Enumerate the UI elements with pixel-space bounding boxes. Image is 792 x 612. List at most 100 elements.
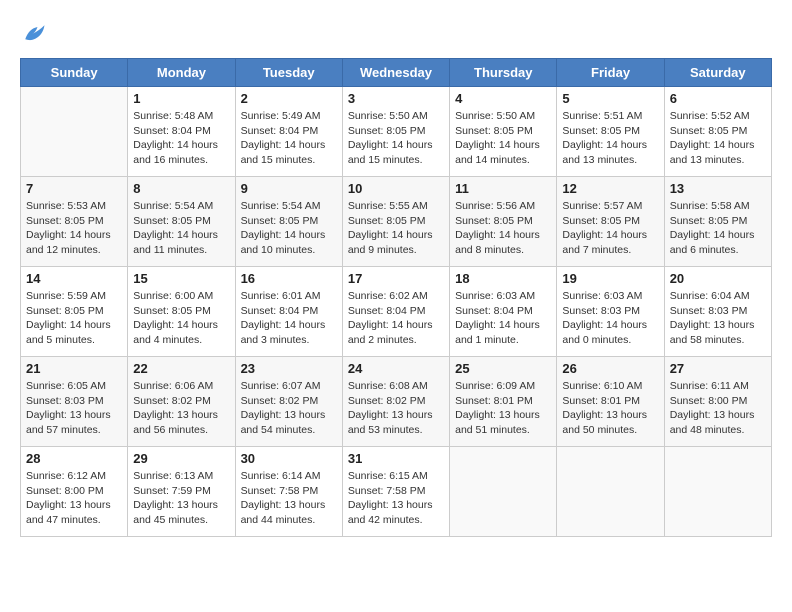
day-number: 21: [26, 361, 122, 376]
calendar-cell: 23 Sunrise: 6:07 AM Sunset: 8:02 PM Dayli…: [235, 357, 342, 447]
weekday-header-thursday: Thursday: [450, 59, 557, 87]
day-number: 24: [348, 361, 444, 376]
day-info: Sunrise: 6:13 AM Sunset: 7:59 PM Dayligh…: [133, 469, 229, 528]
day-info: Sunrise: 6:05 AM Sunset: 8:03 PM Dayligh…: [26, 379, 122, 438]
logo-bird-icon: [20, 20, 48, 48]
calendar-cell: 12 Sunrise: 5:57 AM Sunset: 8:05 PM Dayli…: [557, 177, 664, 267]
day-number: 6: [670, 91, 766, 106]
day-number: 23: [241, 361, 337, 376]
day-info: Sunrise: 6:00 AM Sunset: 8:05 PM Dayligh…: [133, 289, 229, 348]
calendar-cell: 7Sunrise: 5:53 AM Sunset: 8:05 PM Daylig…: [21, 177, 128, 267]
day-info: Sunrise: 5:53 AM Sunset: 8:05 PM Dayligh…: [26, 199, 122, 258]
calendar-cell: 3 Sunrise: 5:50 AM Sunset: 8:05 PM Daylig…: [342, 87, 449, 177]
day-info: Sunrise: 6:07 AM Sunset: 8:02 PM Dayligh…: [241, 379, 337, 438]
day-number: 22: [133, 361, 229, 376]
day-number: 28: [26, 451, 122, 466]
calendar-cell: 28Sunrise: 6:12 AM Sunset: 8:00 PM Dayli…: [21, 447, 128, 537]
weekday-header-friday: Friday: [557, 59, 664, 87]
day-info: Sunrise: 5:57 AM Sunset: 8:05 PM Dayligh…: [562, 199, 658, 258]
day-info: Sunrise: 5:49 AM Sunset: 8:04 PM Dayligh…: [241, 109, 337, 168]
weekday-header-saturday: Saturday: [664, 59, 771, 87]
logo: [20, 20, 52, 48]
day-info: Sunrise: 6:11 AM Sunset: 8:00 PM Dayligh…: [670, 379, 766, 438]
day-number: 9: [241, 181, 337, 196]
day-number: 8: [133, 181, 229, 196]
calendar-cell: 16 Sunrise: 6:01 AM Sunset: 8:04 PM Dayli…: [235, 267, 342, 357]
weekday-header-tuesday: Tuesday: [235, 59, 342, 87]
day-number: 1: [133, 91, 229, 106]
weekday-header-wednesday: Wednesday: [342, 59, 449, 87]
day-info: Sunrise: 5:50 AM Sunset: 8:05 PM Dayligh…: [348, 109, 444, 168]
calendar-cell: 15Sunrise: 6:00 AM Sunset: 8:05 PM Dayli…: [128, 267, 235, 357]
day-number: 13: [670, 181, 766, 196]
calendar-cell: 2Sunrise: 5:49 AM Sunset: 8:04 PM Daylig…: [235, 87, 342, 177]
day-info: Sunrise: 6:03 AM Sunset: 8:03 PM Dayligh…: [562, 289, 658, 348]
day-info: Sunrise: 6:10 AM Sunset: 8:01 PM Dayligh…: [562, 379, 658, 438]
calendar-cell: 4 Sunrise: 5:50 AM Sunset: 8:05 PM Daylig…: [450, 87, 557, 177]
calendar-week-5: 28Sunrise: 6:12 AM Sunset: 8:00 PM Dayli…: [21, 447, 772, 537]
calendar-cell: 9 Sunrise: 5:54 AM Sunset: 8:05 PM Daylig…: [235, 177, 342, 267]
day-number: 25: [455, 361, 551, 376]
calendar-cell: 17 Sunrise: 6:02 AM Sunset: 8:04 PM Dayli…: [342, 267, 449, 357]
calendar-table: SundayMondayTuesdayWednesdayThursdayFrid…: [20, 58, 772, 537]
calendar-cell: 30 Sunrise: 6:14 AM Sunset: 7:58 PM Dayli…: [235, 447, 342, 537]
day-number: 17: [348, 271, 444, 286]
day-info: Sunrise: 5:55 AM Sunset: 8:05 PM Dayligh…: [348, 199, 444, 258]
calendar-cell: 1 Sunrise: 5:48 AM Sunset: 8:04 PM Daylig…: [128, 87, 235, 177]
calendar-cell: 5 Sunrise: 5:51 AM Sunset: 8:05 PM Daylig…: [557, 87, 664, 177]
day-number: 5: [562, 91, 658, 106]
day-info: Sunrise: 5:58 AM Sunset: 8:05 PM Dayligh…: [670, 199, 766, 258]
calendar-cell: 29Sunrise: 6:13 AM Sunset: 7:59 PM Dayli…: [128, 447, 235, 537]
calendar-cell: 8 Sunrise: 5:54 AM Sunset: 8:05 PM Daylig…: [128, 177, 235, 267]
day-info: Sunrise: 6:02 AM Sunset: 8:04 PM Dayligh…: [348, 289, 444, 348]
calendar-cell: 11Sunrise: 5:56 AM Sunset: 8:05 PM Dayli…: [450, 177, 557, 267]
day-info: Sunrise: 5:52 AM Sunset: 8:05 PM Dayligh…: [670, 109, 766, 168]
day-number: 27: [670, 361, 766, 376]
calendar-week-4: 21 Sunrise: 6:05 AM Sunset: 8:03 PM Dayli…: [21, 357, 772, 447]
day-number: 16: [241, 271, 337, 286]
calendar-cell: 18 Sunrise: 6:03 AM Sunset: 8:04 PM Dayli…: [450, 267, 557, 357]
calendar-cell: 26 Sunrise: 6:10 AM Sunset: 8:01 PM Dayli…: [557, 357, 664, 447]
day-info: Sunrise: 5:59 AM Sunset: 8:05 PM Dayligh…: [26, 289, 122, 348]
day-number: 11: [455, 181, 551, 196]
day-info: Sunrise: 6:03 AM Sunset: 8:04 PM Dayligh…: [455, 289, 551, 348]
day-number: 30: [241, 451, 337, 466]
calendar-cell: 13 Sunrise: 5:58 AM Sunset: 8:05 PM Dayli…: [664, 177, 771, 267]
day-info: Sunrise: 6:06 AM Sunset: 8:02 PM Dayligh…: [133, 379, 229, 438]
day-info: Sunrise: 6:09 AM Sunset: 8:01 PM Dayligh…: [455, 379, 551, 438]
day-info: Sunrise: 6:08 AM Sunset: 8:02 PM Dayligh…: [348, 379, 444, 438]
day-number: 18: [455, 271, 551, 286]
day-number: 12: [562, 181, 658, 196]
day-info: Sunrise: 5:54 AM Sunset: 8:05 PM Dayligh…: [241, 199, 337, 258]
calendar-week-1: 1 Sunrise: 5:48 AM Sunset: 8:04 PM Daylig…: [21, 87, 772, 177]
day-info: Sunrise: 5:51 AM Sunset: 8:05 PM Dayligh…: [562, 109, 658, 168]
day-info: Sunrise: 6:04 AM Sunset: 8:03 PM Dayligh…: [670, 289, 766, 348]
calendar-cell: [450, 447, 557, 537]
day-info: Sunrise: 5:50 AM Sunset: 8:05 PM Dayligh…: [455, 109, 551, 168]
calendar-cell: 19 Sunrise: 6:03 AM Sunset: 8:03 PM Dayli…: [557, 267, 664, 357]
calendar-cell: 25 Sunrise: 6:09 AM Sunset: 8:01 PM Dayli…: [450, 357, 557, 447]
calendar-cell: 21 Sunrise: 6:05 AM Sunset: 8:03 PM Dayli…: [21, 357, 128, 447]
weekday-header-sunday: Sunday: [21, 59, 128, 87]
day-number: 4: [455, 91, 551, 106]
calendar-cell: 22 Sunrise: 6:06 AM Sunset: 8:02 PM Dayli…: [128, 357, 235, 447]
day-number: 14: [26, 271, 122, 286]
calendar-cell: [557, 447, 664, 537]
calendar-header: SundayMondayTuesdayWednesdayThursdayFrid…: [21, 59, 772, 87]
calendar-week-3: 14 Sunrise: 5:59 AM Sunset: 8:05 PM Dayli…: [21, 267, 772, 357]
day-info: Sunrise: 6:14 AM Sunset: 7:58 PM Dayligh…: [241, 469, 337, 528]
calendar-week-2: 7Sunrise: 5:53 AM Sunset: 8:05 PM Daylig…: [21, 177, 772, 267]
calendar-cell: 27 Sunrise: 6:11 AM Sunset: 8:00 PM Dayli…: [664, 357, 771, 447]
day-number: 3: [348, 91, 444, 106]
day-info: Sunrise: 6:01 AM Sunset: 8:04 PM Dayligh…: [241, 289, 337, 348]
calendar-cell: 24 Sunrise: 6:08 AM Sunset: 8:02 PM Dayli…: [342, 357, 449, 447]
calendar-cell: 20Sunrise: 6:04 AM Sunset: 8:03 PM Dayli…: [664, 267, 771, 357]
day-number: 10: [348, 181, 444, 196]
calendar-cell: [664, 447, 771, 537]
day-number: 26: [562, 361, 658, 376]
day-number: 19: [562, 271, 658, 286]
day-info: Sunrise: 5:48 AM Sunset: 8:04 PM Dayligh…: [133, 109, 229, 168]
day-info: Sunrise: 5:54 AM Sunset: 8:05 PM Dayligh…: [133, 199, 229, 258]
weekday-header-monday: Monday: [128, 59, 235, 87]
calendar-cell: 10 Sunrise: 5:55 AM Sunset: 8:05 PM Dayli…: [342, 177, 449, 267]
